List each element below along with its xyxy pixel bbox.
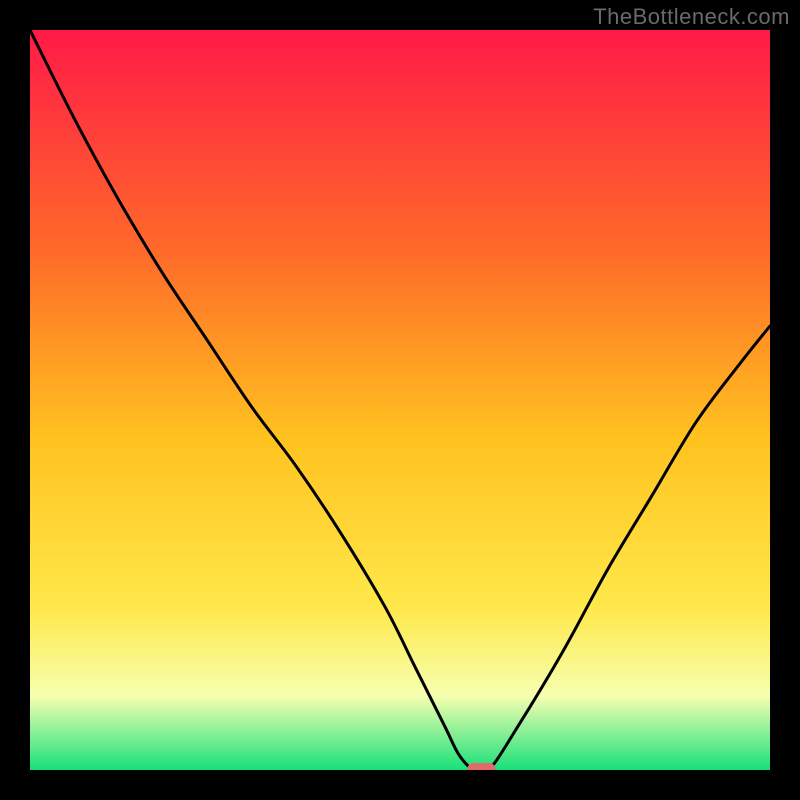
plot-area: [30, 30, 770, 770]
gradient-background: [30, 30, 770, 770]
optimal-marker: [467, 763, 495, 770]
chart-svg: [30, 30, 770, 770]
attribution-text: TheBottleneck.com: [593, 4, 790, 30]
chart-frame: TheBottleneck.com: [0, 0, 800, 800]
